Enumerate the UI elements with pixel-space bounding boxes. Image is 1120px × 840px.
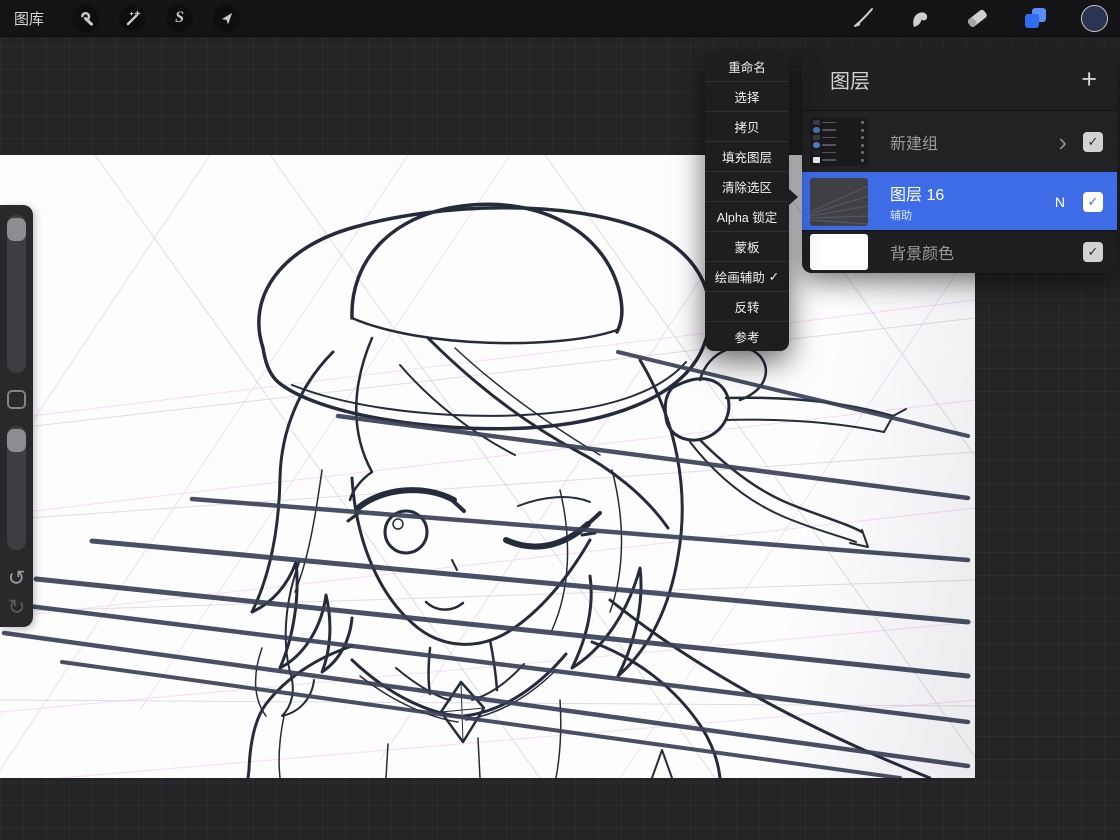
gallery-button[interactable]: 图库 bbox=[14, 8, 44, 29]
blend-mode-badge[interactable]: N bbox=[1055, 194, 1065, 210]
undo-button[interactable]: ↺ bbox=[8, 568, 26, 589]
background-name: 背景颜色 bbox=[890, 240, 1083, 264]
menu-item-clear[interactable]: 清除选区 bbox=[705, 171, 789, 201]
layer-row-group[interactable]: 新建组 › ✓ bbox=[802, 110, 1117, 172]
toolbar-right-group bbox=[851, 5, 1120, 32]
layers-panel-title: 图层 bbox=[830, 65, 870, 94]
top-toolbar: 图库 S bbox=[0, 0, 1120, 37]
transform-arrow-icon bbox=[219, 11, 234, 26]
group-thumbnail bbox=[810, 118, 868, 166]
layer-assist-tag: 辅助 bbox=[890, 207, 1055, 223]
color-button[interactable] bbox=[1081, 5, 1108, 32]
toolbar-left-group: 图库 S bbox=[0, 5, 240, 32]
menu-item-copy[interactable]: 拷贝 bbox=[705, 111, 789, 141]
eraser-icon[interactable] bbox=[965, 6, 990, 30]
layer-thumbnail bbox=[810, 178, 868, 226]
background-thumbnail bbox=[810, 234, 868, 270]
smudge-icon[interactable] bbox=[908, 6, 932, 30]
check-icon: ✓ bbox=[1088, 134, 1099, 150]
character-lineart bbox=[248, 204, 930, 778]
menu-item-reference[interactable]: 参考 bbox=[705, 321, 789, 351]
group-name: 新建组 bbox=[890, 130, 1058, 154]
brush-size-slider[interactable] bbox=[7, 215, 26, 373]
menu-item-rename[interactable]: 重命名 bbox=[705, 52, 789, 81]
background-visibility-checkbox[interactable]: ✓ bbox=[1083, 242, 1103, 262]
procreate-app: 图库 S bbox=[0, 0, 1120, 840]
check-icon: ✓ bbox=[769, 269, 779, 284]
layer-row-selected[interactable]: 图层 16 辅助 N ✓ bbox=[802, 172, 1117, 230]
brush-size-handle[interactable] bbox=[7, 218, 26, 241]
modify-button[interactable] bbox=[7, 390, 26, 409]
menu-item-alpha-lock[interactable]: Alpha 锁定 bbox=[705, 201, 789, 231]
check-icon: ✓ bbox=[1088, 244, 1099, 260]
layers-panel-header: 图层 + bbox=[802, 48, 1117, 110]
group-visibility-checkbox[interactable]: ✓ bbox=[1083, 132, 1103, 152]
layers-icon[interactable] bbox=[1023, 6, 1048, 30]
layer-visibility-checkbox[interactable]: ✓ bbox=[1083, 192, 1103, 212]
actions-button[interactable] bbox=[72, 5, 99, 32]
side-controls: ↺ ↻ bbox=[0, 205, 33, 627]
redo-icon: ↻ bbox=[8, 596, 26, 619]
wrench-icon bbox=[78, 10, 94, 26]
opacity-slider[interactable] bbox=[7, 426, 26, 550]
layer-context-menu: 重命名 选择 拷贝 填充图层 清除选区 Alpha 锁定 蒙板 绘画辅助 ✓ 反… bbox=[705, 52, 789, 351]
adjustments-button[interactable] bbox=[119, 5, 146, 32]
layer-name: 图层 16 bbox=[890, 181, 1055, 205]
chevron-right-icon[interactable]: › bbox=[1058, 129, 1067, 155]
brush-icon[interactable] bbox=[851, 6, 875, 30]
magic-wand-icon bbox=[125, 10, 141, 26]
redo-button[interactable]: ↻ bbox=[8, 597, 26, 618]
menu-item-invert[interactable]: 反转 bbox=[705, 291, 789, 321]
menu-item-mask[interactable]: 蒙板 bbox=[705, 231, 789, 261]
menu-item-select[interactable]: 选择 bbox=[705, 81, 789, 111]
selection-button[interactable]: S bbox=[166, 5, 193, 32]
menu-item-drawing-assist[interactable]: 绘画辅助 ✓ bbox=[705, 261, 789, 291]
opacity-handle[interactable] bbox=[7, 429, 26, 452]
undo-icon: ↺ bbox=[8, 567, 26, 590]
check-icon: ✓ bbox=[1088, 194, 1099, 210]
menu-pointer bbox=[789, 189, 798, 205]
add-layer-button[interactable]: + bbox=[1081, 66, 1097, 93]
selection-s-icon: S bbox=[175, 10, 184, 26]
layers-panel: 图层 + 新建组 › ✓ bbox=[802, 48, 1117, 273]
menu-item-fill-layer[interactable]: 填充图层 bbox=[705, 141, 789, 171]
layer-row-background[interactable]: 背景颜色 ✓ bbox=[802, 230, 1117, 273]
transform-button[interactable] bbox=[213, 5, 240, 32]
